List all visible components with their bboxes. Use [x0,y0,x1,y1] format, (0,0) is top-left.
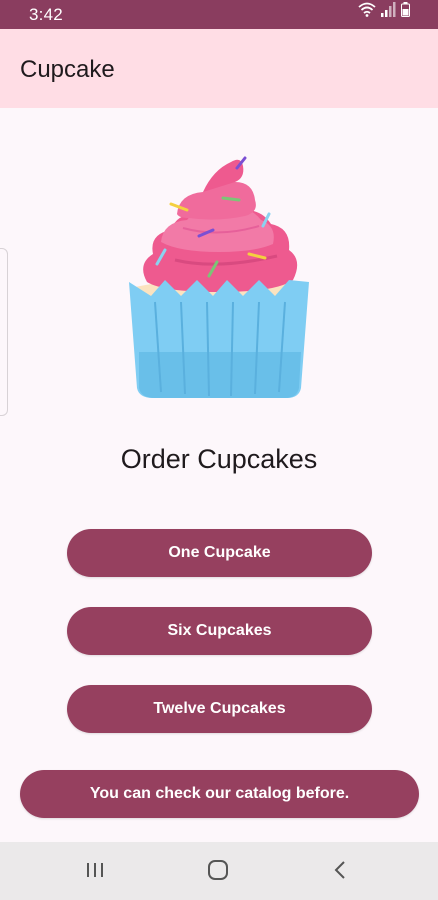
status-icons [358,2,410,22]
twelve-cupcakes-button[interactable]: Twelve Cupcakes [67,685,372,733]
home-icon [207,859,229,886]
cupcake-image [127,152,311,400]
wifi-icon [358,2,376,22]
one-cupcake-button[interactable]: One Cupcake [67,529,372,577]
recents-icon [85,861,105,884]
app-title: Cupcake [20,56,115,83]
navigation-bar [0,842,438,900]
order-cupcakes-heading: Order Cupcakes [120,444,318,474]
battery-icon [401,2,410,22]
signal-icon [381,2,396,22]
recents-button[interactable] [75,856,115,888]
catalog-button[interactable]: You can check our catalog before. [20,770,419,818]
six-cupcakes-button[interactable]: Six Cupcakes [67,607,372,655]
back-button[interactable] [320,856,360,888]
app-bar: Cupcake [0,29,438,108]
edge-panel-handle[interactable] [0,248,8,416]
home-button[interactable] [198,856,238,888]
status-bar: 3:42 [0,0,438,29]
status-time: 3:42 [29,5,63,24]
back-icon [332,860,348,885]
